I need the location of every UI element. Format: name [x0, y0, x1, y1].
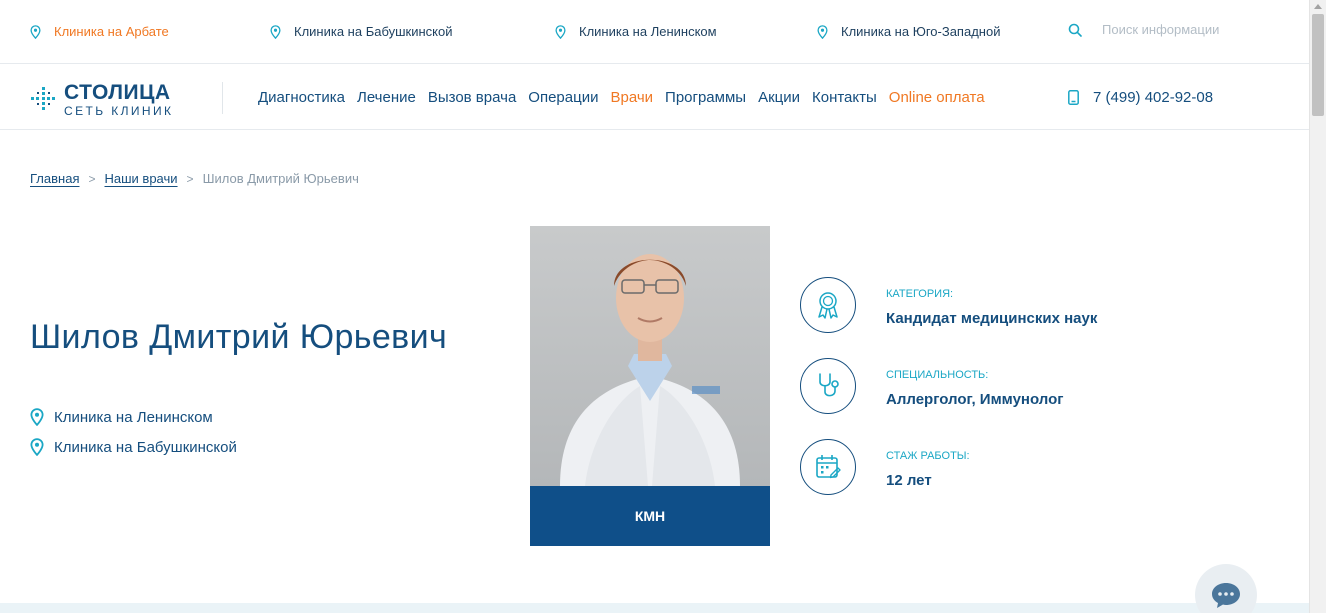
menu-item-programs[interactable]: Программы	[665, 89, 746, 106]
location-label: Клиника на Бабушкинской	[294, 24, 453, 39]
location-label: Клиника на Юго-Западной	[841, 24, 1001, 39]
nav-divider	[222, 82, 223, 114]
location-pin-icon	[30, 438, 44, 456]
clinic-link-babushkinskaya[interactable]: Клиника на Бабушкинской	[30, 436, 237, 458]
doctor-name: Шилов Дмитрий Юрьевич	[30, 318, 448, 356]
menu-item-doctors[interactable]: Врачи	[610, 89, 653, 106]
info-icon-circle	[800, 358, 856, 414]
search-icon[interactable]	[1068, 23, 1082, 37]
doctor-photo	[530, 226, 770, 486]
info-label: СПЕЦИАЛЬНОСТЬ:	[886, 369, 989, 381]
info-value: 12 лет	[886, 472, 932, 489]
phone-number: 7 (499) 402-92-08	[1093, 89, 1214, 106]
chat-button[interactable]	[1195, 564, 1257, 613]
location-label: Клиника на Арбате	[54, 24, 169, 39]
menu-item-treatment[interactable]: Лечение	[357, 89, 416, 106]
location-link-arbat[interactable]: Клиника на Арбате	[30, 24, 169, 39]
info-value: Аллерголог, Иммунолог	[886, 391, 1064, 408]
calendar-icon	[816, 455, 841, 479]
doctor-portrait-image	[560, 254, 740, 486]
info-label: КАТЕГОРИЯ:	[886, 288, 954, 300]
chevron-right-icon: >	[186, 171, 194, 186]
menu-item-promotions[interactable]: Акции	[758, 89, 800, 106]
location-pin-icon	[30, 24, 41, 39]
stethoscope-icon	[819, 373, 839, 397]
location-pin-icon	[270, 24, 281, 39]
search-box	[1068, 22, 1282, 37]
location-link-yugo-zapadnaya[interactable]: Клиника на Юго-Западной	[817, 24, 1000, 39]
chevron-right-icon: >	[88, 171, 96, 186]
award-icon	[818, 292, 838, 319]
location-pin-icon	[555, 24, 566, 39]
logo[interactable]: СТОЛИЦА СЕТЬ КЛИНИК	[30, 82, 173, 117]
location-label: Клиника на Ленинском	[579, 24, 717, 39]
breadcrumb: Главная > Наши врачи > Шилов Дмитрий Юрь…	[30, 171, 359, 186]
clinic-label: Клиника на Бабушкинской	[54, 438, 237, 456]
menu-item-operations[interactable]: Операции	[528, 89, 598, 106]
info-label: СТАЖ РАБОТЫ:	[886, 450, 970, 462]
vertical-scrollbar[interactable]	[1309, 0, 1326, 613]
main-header: СТОЛИЦА СЕТЬ КЛИНИК Диагностика Лечение …	[0, 65, 1309, 130]
logo-mark-icon	[31, 86, 55, 110]
scroll-thumb[interactable]	[1312, 14, 1324, 116]
location-pin-icon	[817, 24, 828, 39]
location-link-leninsky[interactable]: Клиника на Ленинском	[555, 24, 717, 39]
phone-icon	[1068, 90, 1079, 105]
scroll-up-arrow-icon[interactable]	[1314, 4, 1322, 9]
menu-item-online-payment[interactable]: Online оплата	[889, 89, 985, 106]
info-icon-circle	[800, 439, 856, 495]
phone-link[interactable]: 7 (499) 402-92-08	[1068, 89, 1213, 106]
top-bar: Клиника на Арбате Клиника на Бабушкинско…	[0, 0, 1309, 64]
search-input[interactable]	[1102, 22, 1282, 37]
chat-bubble-icon	[1212, 583, 1240, 608]
info-value: Кандидат медицинских наук	[886, 310, 1098, 327]
logo-title: СТОЛИЦА	[64, 81, 171, 104]
location-pin-icon	[30, 408, 44, 426]
location-link-babushkinskaya[interactable]: Клиника на Бабушкинской	[270, 24, 453, 39]
section-divider-band	[0, 603, 1309, 613]
clinic-label: Клиника на Ленинском	[54, 408, 213, 426]
main-menu: Диагностика Лечение Вызов врача Операции…	[258, 89, 997, 106]
menu-item-contacts[interactable]: Контакты	[812, 89, 877, 106]
menu-item-doctor-call[interactable]: Вызов врача	[428, 89, 516, 106]
info-icon-circle	[800, 277, 856, 333]
menu-item-diagnostics[interactable]: Диагностика	[258, 89, 345, 106]
clinic-link-leninsky[interactable]: Клиника на Ленинском	[30, 406, 237, 428]
doctor-clinics: Клиника на Ленинском Клиника на Бабушкин…	[30, 406, 237, 466]
breadcrumb-current: Шилов Дмитрий Юрьевич	[202, 171, 359, 186]
breadcrumb-doctors[interactable]: Наши врачи	[105, 171, 178, 186]
logo-subtitle: СЕТЬ КЛИНИК	[64, 104, 174, 118]
photo-caption: КМН	[530, 486, 770, 546]
breadcrumb-home[interactable]: Главная	[30, 171, 79, 186]
